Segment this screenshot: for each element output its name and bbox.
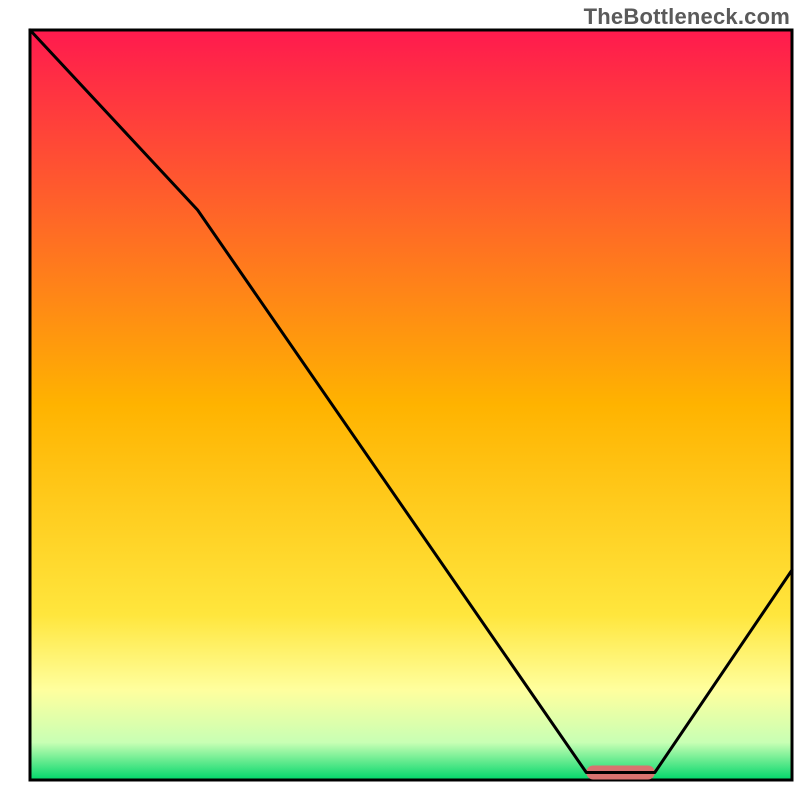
gradient-background [30,30,792,780]
chart-container: TheBottleneck.com [0,0,800,800]
attribution-text: TheBottleneck.com [584,4,790,30]
bottleneck-chart [0,0,800,800]
